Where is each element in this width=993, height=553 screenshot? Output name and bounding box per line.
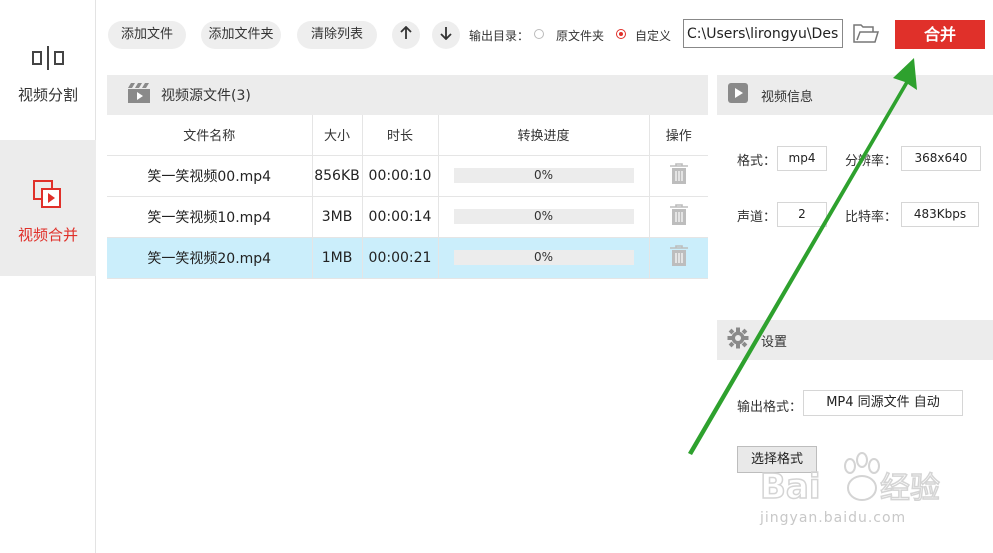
add-folder-button[interactable]: 添加文件夹 [201,21,281,49]
progress-text: 0% [533,250,554,264]
output-path-input[interactable] [683,19,843,48]
channels-value: 2 [777,202,827,227]
format-label: 格式： [737,154,777,169]
video-info-header: 视频信息 [717,75,993,115]
move-up-button[interactable] [392,21,420,49]
play-icon [727,82,749,108]
toolbar: 添加文件 添加文件夹 清除列表 输出目录： 原文件夹 自定义 合并 [96,0,993,70]
progress-text: 0% [533,209,554,223]
file-duration-cell: 00:00:14 [362,196,439,238]
sidebar-item-video-merge[interactable]: 视频合并 [0,140,96,276]
gear-icon [727,327,749,353]
settings-header: 设置 [717,320,993,360]
column-header-name[interactable]: 文件名称 [107,115,313,156]
resolution-label: 分辨率： [845,154,898,169]
file-name-cell: 笑一笑视频20.mp4 [107,237,313,279]
radio-source-folder-label: 原文件夹 [556,29,605,43]
bitrate-label: 比特率： [845,210,898,225]
trash-icon[interactable] [669,162,689,189]
svg-text:Bai: Bai [760,467,821,507]
progress-cell: 0% [438,237,650,279]
move-down-button[interactable] [432,21,460,49]
trash-icon[interactable] [669,203,689,230]
film-icon [127,82,151,108]
file-size-cell: 856KB [312,155,363,197]
table-row[interactable]: 笑一笑视频10.mp4 3MB 00:00:14 0% [107,196,708,238]
watermark-url: jingyan.baidu.com [760,510,907,526]
progress-cell: 0% [438,196,650,238]
actions-cell [649,237,708,279]
split-icon [31,44,65,76]
settings-title: 设置 [761,334,788,350]
table-row[interactable]: 笑一笑视频00.mp4 856KB 00:00:10 0% [107,155,708,197]
svg-text:经验: 经验 [880,471,940,506]
resolution-value: 368x640 [901,146,981,171]
progress-cell: 0% [438,155,650,197]
sidebar-item-label: 视频分割 [17,86,78,104]
video-info-title: 视频信息 [761,89,814,105]
file-size-cell: 3MB [312,196,363,238]
merge-button[interactable]: 合并 [895,20,985,49]
progress-text: 0% [533,168,554,182]
up-arrow-icon [400,25,412,44]
progress-bar: 0% [453,250,634,265]
merge-icon [31,178,65,216]
trash-icon[interactable] [669,244,689,271]
file-name-cell: 笑一笑视频00.mp4 [107,155,313,197]
column-header-size[interactable]: 大小 [312,115,363,156]
sidebar-item-video-split[interactable]: 视频分割 [0,0,96,140]
progress-bar: 0% [453,168,634,183]
table-row[interactable]: 笑一笑视频20.mp4 1MB 00:00:21 0% [107,237,708,279]
source-files-table: 文件名称 大小 时长 转换进度 操作 笑一笑视频00.mp4 856KB 00:… [107,115,708,279]
column-header-actions: 操作 [649,115,708,156]
source-files-title: 视频源文件(3) [161,88,251,104]
column-header-duration[interactable]: 时长 [362,115,439,156]
table-header-row: 文件名称 大小 时长 转换进度 操作 [107,115,708,156]
column-header-progress: 转换进度 [438,115,650,156]
folder-open-icon[interactable] [852,22,880,46]
radio-custom[interactable] [616,29,626,39]
add-file-button[interactable]: 添加文件 [108,21,186,49]
progress-bar: 0% [453,209,634,224]
actions-cell [649,196,708,238]
clear-list-button[interactable]: 清除列表 [297,21,377,49]
file-duration-cell: 00:00:10 [362,155,439,197]
sidebar-item-label: 视频合并 [17,226,78,244]
bitrate-value: 483Kbps [901,202,979,227]
output-dir-label: 输出目录： [469,29,530,43]
radio-source-folder[interactable] [534,29,544,39]
output-format-value[interactable]: MP4 同源文件 自动 [803,390,963,416]
actions-cell [649,155,708,197]
source-files-header: 视频源文件(3) [107,75,708,115]
sidebar: 视频分割 视频合并 [0,0,96,553]
file-duration-cell: 00:00:21 [362,237,439,279]
channels-label: 声道： [737,210,777,225]
format-value: mp4 [777,146,827,171]
output-format-label: 输出格式： [737,400,803,415]
file-name-cell: 笑一笑视频10.mp4 [107,196,313,238]
radio-custom-label: 自定义 [635,29,672,43]
down-arrow-icon [440,26,452,44]
file-size-cell: 1MB [312,237,363,279]
